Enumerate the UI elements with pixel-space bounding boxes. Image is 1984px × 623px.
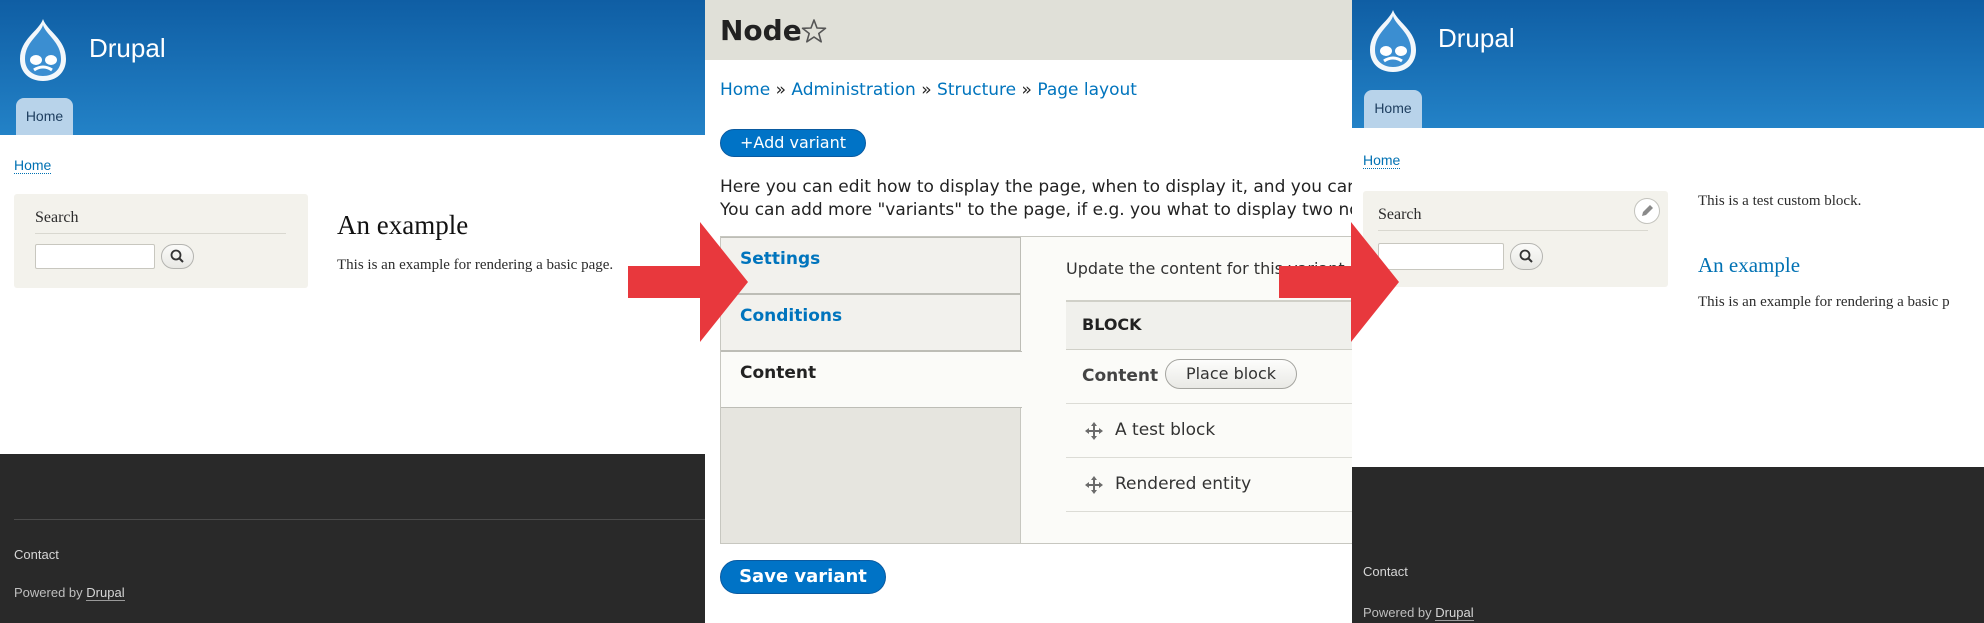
arrow-right-icon bbox=[628, 222, 748, 342]
drupal-logo-icon[interactable] bbox=[14, 17, 72, 83]
footer-contact-link[interactable]: Contact bbox=[1363, 564, 1408, 579]
tab-settings[interactable]: Settings bbox=[721, 237, 1021, 294]
search-title: Search bbox=[35, 209, 79, 226]
search-icon bbox=[1519, 249, 1533, 263]
add-variant-button[interactable]: +Add variant bbox=[720, 129, 866, 157]
region-row: Content Place block bbox=[1066, 350, 1352, 404]
page-description: Here you can edit how to display the pag… bbox=[720, 176, 1352, 222]
variant-tabs: Settings Conditions Content Update the c… bbox=[720, 236, 1352, 544]
drag-handle-icon[interactable] bbox=[1084, 421, 1104, 441]
powered-by-prefix: Powered by bbox=[14, 585, 83, 600]
search-divider bbox=[1378, 230, 1648, 231]
search-input[interactable] bbox=[35, 244, 155, 269]
column-header-block: BLOCK bbox=[1082, 315, 1142, 334]
breadcrumb-home[interactable]: Home bbox=[720, 80, 770, 100]
add-variant-label: Add variant bbox=[753, 133, 846, 152]
body-text: This is an example for rendering a basic… bbox=[1698, 294, 1950, 310]
after-page: Drupal Home Home Search This is a test c… bbox=[1352, 0, 1984, 623]
search-button[interactable] bbox=[161, 244, 194, 269]
footer-powered-by: Powered by Drupal bbox=[1363, 605, 1474, 621]
page-title[interactable]: An example bbox=[1698, 253, 1800, 278]
admin-page: Node Home » Administration » Structure »… bbox=[705, 0, 1352, 623]
table-row: Rendered entity bbox=[1066, 458, 1352, 512]
search-block: Search bbox=[1363, 191, 1668, 287]
breadcrumb-separator: » bbox=[1021, 80, 1032, 100]
breadcrumb-home[interactable]: Home bbox=[1363, 152, 1401, 169]
site-footer: Contact Powered by Drupal bbox=[1352, 467, 1984, 623]
page-title: Node bbox=[720, 14, 802, 47]
star-icon[interactable] bbox=[801, 18, 827, 44]
breadcrumb-separator: » bbox=[775, 80, 787, 100]
search-divider bbox=[35, 233, 286, 234]
block-label[interactable]: Rendered entity bbox=[1115, 474, 1251, 494]
search-button[interactable] bbox=[1510, 243, 1543, 270]
arrow-right-icon bbox=[1279, 222, 1399, 342]
description-line-1: Here you can edit how to display the pag… bbox=[720, 177, 1352, 197]
breadcrumb-home[interactable]: Home bbox=[14, 157, 52, 174]
tab-home[interactable]: Home bbox=[16, 98, 73, 135]
site-name[interactable]: Drupal bbox=[1438, 23, 1515, 54]
tab-content[interactable]: Content bbox=[721, 351, 1022, 408]
tab-home[interactable]: Home bbox=[1364, 90, 1422, 128]
site-header: Drupal Home bbox=[1352, 0, 1984, 128]
footer-powered-by: Powered by Drupal bbox=[14, 585, 125, 601]
site-name[interactable]: Drupal bbox=[89, 33, 166, 64]
breadcrumb-structure[interactable]: Structure bbox=[937, 80, 1016, 100]
block-label[interactable]: A test block bbox=[1115, 420, 1215, 440]
breadcrumb-administration[interactable]: Administration bbox=[791, 80, 915, 100]
drupal-logo-icon[interactable] bbox=[1364, 8, 1422, 74]
page-title: An example bbox=[337, 210, 469, 240]
breadcrumb-page-layout[interactable]: Page layout bbox=[1037, 80, 1137, 100]
vertical-tabs-menu: Settings Conditions Content bbox=[721, 237, 1022, 543]
region-label: Content bbox=[1082, 366, 1159, 386]
save-variant-button[interactable]: Save variant bbox=[720, 560, 886, 594]
plus-icon: + bbox=[740, 133, 754, 152]
tab-conditions[interactable]: Conditions bbox=[721, 294, 1021, 351]
site-footer: Contact Powered by Drupal bbox=[0, 454, 705, 623]
edit-pencil-button[interactable] bbox=[1634, 198, 1660, 224]
drag-handle-icon[interactable] bbox=[1084, 475, 1104, 495]
table-row: A test block bbox=[1066, 404, 1352, 458]
place-block-button[interactable]: Place block bbox=[1165, 359, 1297, 389]
search-block: Search bbox=[14, 194, 308, 288]
powered-by-drupal-link[interactable]: Drupal bbox=[1435, 605, 1474, 621]
breadcrumb: Home » Administration » Structure » Page… bbox=[720, 80, 1137, 100]
site-header: Drupal Home bbox=[0, 0, 705, 135]
powered-by-drupal-link[interactable]: Drupal bbox=[86, 585, 125, 601]
description-line-2: You can add more "variants" to the page,… bbox=[720, 200, 1352, 220]
powered-by-prefix: Powered by bbox=[1363, 605, 1432, 620]
body-text: This is an example for rendering a basic… bbox=[337, 257, 614, 273]
breadcrumb-separator: » bbox=[921, 80, 932, 100]
footer-contact-link[interactable]: Contact bbox=[14, 547, 59, 562]
search-icon bbox=[170, 249, 184, 263]
footer-divider bbox=[14, 519, 705, 520]
custom-block-text: This is a test custom block. bbox=[1698, 193, 1862, 209]
before-page: Drupal Home Home Search An example This … bbox=[0, 0, 705, 623]
pencil-icon bbox=[1642, 205, 1653, 216]
